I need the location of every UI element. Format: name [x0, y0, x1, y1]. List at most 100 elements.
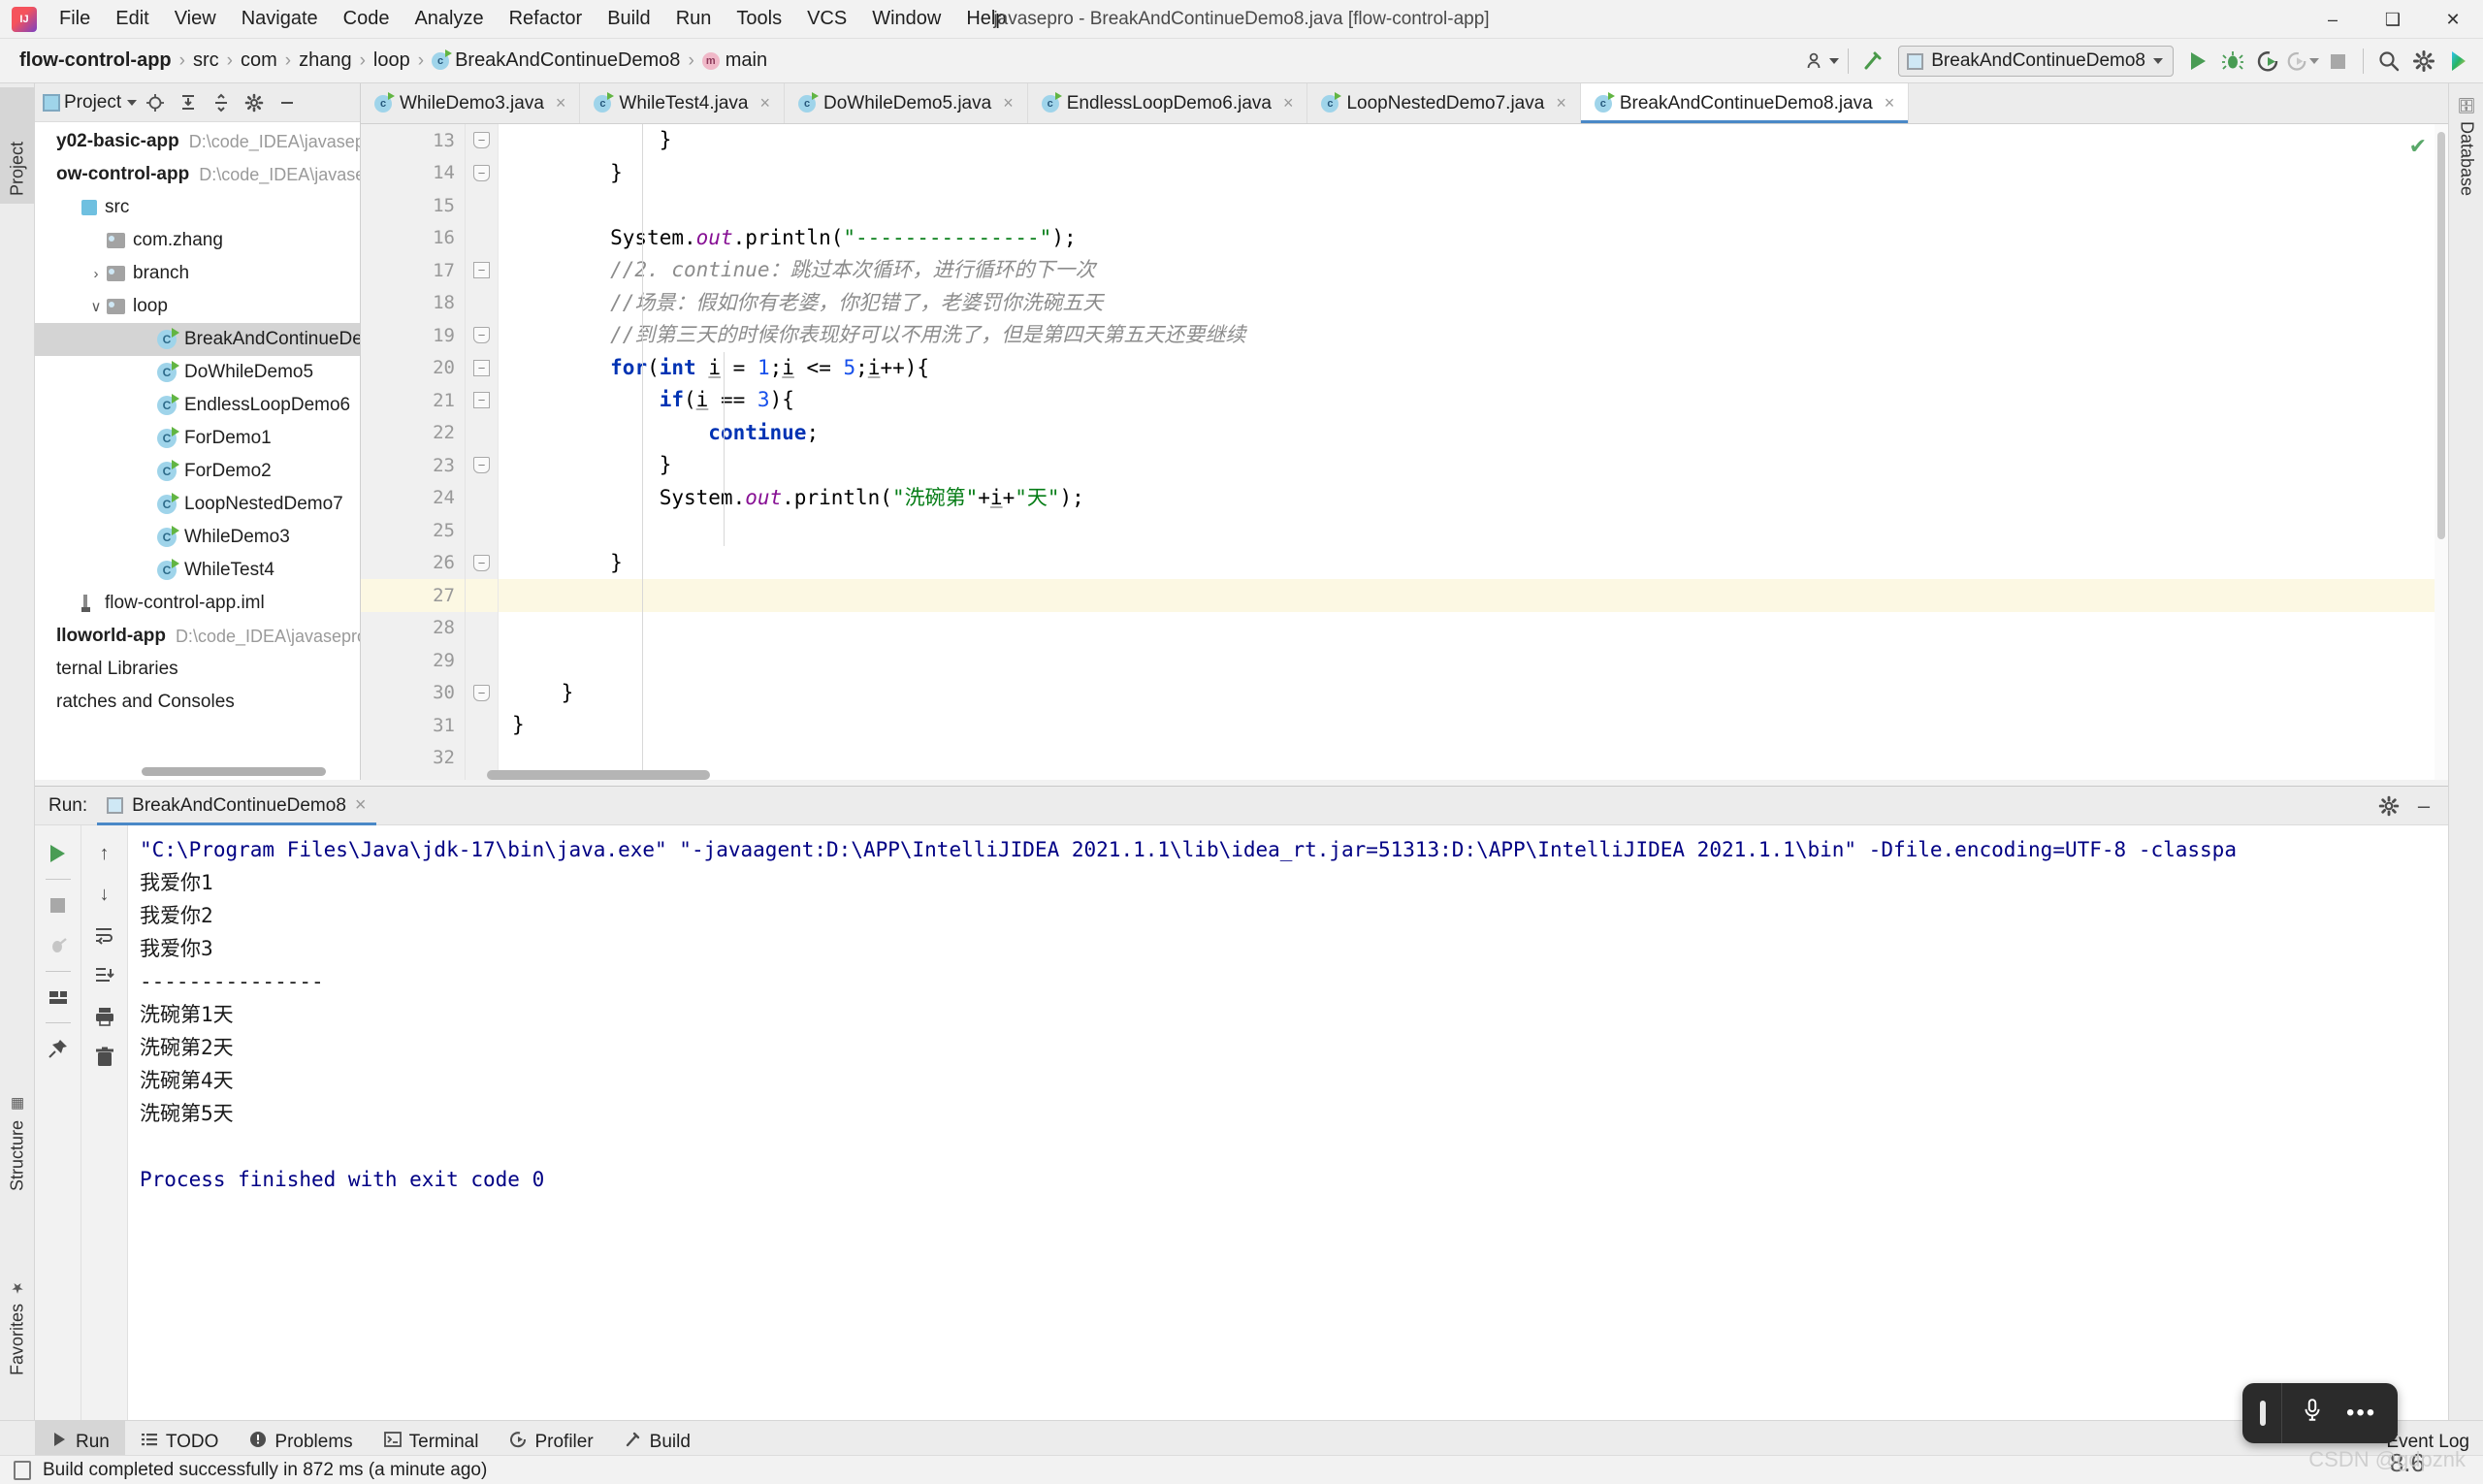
menu-bar[interactable]: File Edit View Navigate Code Analyze Refactor B… — [47, 5, 1019, 33]
breadcrumb[interactable]: flow-control-app › src › com › zhang › loop › c Bre… — [14, 48, 773, 74]
scroll-to-end-icon[interactable] — [86, 957, 123, 994]
code-line[interactable] — [499, 514, 2448, 547]
tree-node[interactable]: lloworld-app D:\code_IDEA\javasepro — [35, 620, 360, 653]
expand-all-icon[interactable] — [174, 88, 203, 117]
tree-node[interactable]: C ForDemo2 — [35, 455, 360, 488]
code-line[interactable]: } — [499, 124, 2448, 157]
editor-tab[interactable]: c WhileTest4.java × — [580, 83, 785, 123]
line-number[interactable]: 27 — [361, 579, 465, 612]
run-configuration-selector[interactable]: BreakAndContinueDemo8 — [1898, 46, 2174, 77]
tree-node[interactable]: y02-basic-app D:\code_IDEA\javasep — [35, 125, 360, 158]
menu-item-navigate[interactable]: Navigate — [229, 5, 331, 33]
editor-fold-column[interactable]: − − − − − − − − − — [466, 124, 499, 780]
gear-icon[interactable] — [2374, 791, 2403, 821]
down-icon[interactable]: ↓ — [86, 876, 123, 913]
up-icon[interactable]: ↑ — [86, 835, 123, 872]
editor-tab[interactable]: c WhileDemo3.java × — [361, 83, 581, 123]
line-number[interactable]: 31 — [361, 709, 465, 742]
line-number[interactable]: 13 — [361, 124, 465, 157]
code-line[interactable]: //2. continue：跳过本次循环，进行循环的下一次 — [499, 254, 2448, 287]
breadcrumb-item-main[interactable]: m main — [696, 48, 773, 74]
tree-node[interactable]: com.zhang — [35, 224, 360, 257]
fold-end-icon[interactable]: − — [473, 327, 490, 343]
fold-end-icon[interactable]: − — [473, 164, 490, 181]
editor-vertical-scrollbar[interactable] — [2435, 124, 2448, 780]
line-number[interactable]: 32 — [361, 742, 465, 775]
close-icon[interactable]: × — [1283, 93, 1294, 113]
line-number[interactable]: 25 — [361, 514, 465, 547]
gear-icon[interactable] — [240, 88, 269, 117]
editor-tab[interactable]: c LoopNestedDemo7.java × — [1307, 83, 1581, 123]
tree-node[interactable]: ow-control-app D:\code_IDEA\javasep — [35, 158, 360, 191]
close-icon[interactable]: × — [1003, 93, 1014, 113]
tree-node[interactable]: C LoopNestedDemo7 — [35, 488, 360, 521]
code-line[interactable]: for(int i = 1;i <= 5;i++){ — [499, 352, 2448, 385]
menu-item-run[interactable]: Run — [663, 5, 725, 33]
line-number[interactable]: 30 — [361, 677, 465, 710]
code-line[interactable]: System.out.println("---------------"); — [499, 222, 2448, 255]
code-line[interactable]: } — [499, 547, 2448, 580]
code-line[interactable] — [499, 189, 2448, 222]
editor-tab-bar[interactable]: c WhileDemo3.java × c WhileTest4.java × c DoWhi… — [361, 83, 2448, 124]
code-line[interactable]: //场景：假如你有老婆，你犯错了，老婆罚你洗碗五天 — [499, 287, 2448, 320]
soft-wrap-icon[interactable] — [86, 917, 123, 953]
editor-tab[interactable]: c EndlessLoopDemo6.java × — [1028, 83, 1308, 123]
line-number[interactable]: 26 — [361, 547, 465, 580]
fold-end-icon[interactable]: − — [473, 132, 490, 148]
editor-tab[interactable]: c BreakAndContinueDemo8.java × — [1580, 83, 1910, 123]
project-panel-title[interactable]: Project — [64, 92, 138, 113]
code-line[interactable]: } — [499, 709, 2448, 742]
pin-icon[interactable] — [40, 1030, 77, 1067]
stop-icon[interactable] — [40, 887, 77, 923]
hide-panel-icon[interactable]: – — [2409, 791, 2438, 821]
more-options-icon[interactable]: ••• — [2346, 1400, 2376, 1427]
menu-item-refactor[interactable]: Refactor — [497, 5, 596, 33]
line-number[interactable]: 21 — [361, 384, 465, 417]
updates-icon[interactable] — [2442, 45, 2475, 78]
menu-item-file[interactable]: File — [47, 5, 103, 33]
tree-node[interactable]: CBreakAndContinueDemo8 — [35, 323, 360, 356]
menu-item-edit[interactable]: Edit — [103, 5, 161, 33]
resume-icon[interactable] — [40, 927, 77, 964]
code-line[interactable] — [499, 579, 2448, 612]
fold-collapse-icon[interactable]: − — [473, 359, 490, 376]
chevron-icon[interactable]: ∨ — [85, 298, 107, 315]
layout-icon[interactable] — [40, 979, 77, 1016]
tree-node[interactable]: C EndlessLoopDemo6 — [35, 389, 360, 422]
build-hammer-icon[interactable] — [1857, 45, 1890, 78]
code-line[interactable]: continue; — [499, 417, 2448, 450]
tree-node[interactable]: flow-control-app.iml — [35, 587, 360, 620]
tree-node[interactable]: C WhileDemo3 — [35, 521, 360, 554]
code-line[interactable]: System.out.println("洗碗第"+i+"天"); — [499, 482, 2448, 515]
tree-node[interactable]: src — [35, 191, 360, 224]
menu-item-build[interactable]: Build — [595, 5, 662, 33]
fold-end-icon[interactable]: − — [473, 457, 490, 473]
menu-item-analyze[interactable]: Analyze — [402, 5, 496, 33]
run-with-coverage-button[interactable] — [2251, 45, 2284, 78]
search-icon[interactable] — [2372, 45, 2405, 78]
project-tree[interactable]: y02-basic-app D:\code_IDEA\javasep ow-cont… — [35, 122, 360, 719]
code-content[interactable]: } } System.out.println("---------------"… — [499, 124, 2448, 780]
tree-node[interactable]: C ForDemo1 — [35, 422, 360, 455]
fold-end-icon[interactable]: − — [473, 554, 490, 571]
scrollbar-thumb[interactable] — [2437, 132, 2445, 539]
locate-icon[interactable] — [141, 88, 170, 117]
rerun-icon[interactable] — [40, 835, 77, 872]
sidebar-tab-favorites[interactable]: Favorites ★ — [0, 1238, 35, 1383]
menu-item-view[interactable]: View — [162, 5, 229, 33]
breadcrumb-item-com[interactable]: com — [235, 48, 283, 74]
line-number[interactable]: 17 — [361, 254, 465, 287]
debug-button[interactable] — [2216, 45, 2249, 78]
user-dropdown-icon[interactable] — [1806, 45, 1840, 78]
menu-item-tools[interactable]: Tools — [724, 5, 794, 33]
tree-node[interactable]: C WhileTest4 — [35, 554, 360, 587]
sidebar-tab-database[interactable]: 🗄 Database — [2449, 89, 2483, 254]
line-number[interactable]: 15 — [361, 189, 465, 222]
code-line[interactable]: } — [499, 677, 2448, 710]
tree-node[interactable]: ternal Libraries — [35, 653, 360, 686]
fold-collapse-icon[interactable]: − — [473, 262, 490, 278]
line-number[interactable]: 16 — [361, 222, 465, 255]
microphone-icon[interactable] — [2300, 1398, 2325, 1430]
maximize-button[interactable]: ❑ — [2363, 0, 2423, 39]
close-icon[interactable]: × — [355, 794, 367, 817]
